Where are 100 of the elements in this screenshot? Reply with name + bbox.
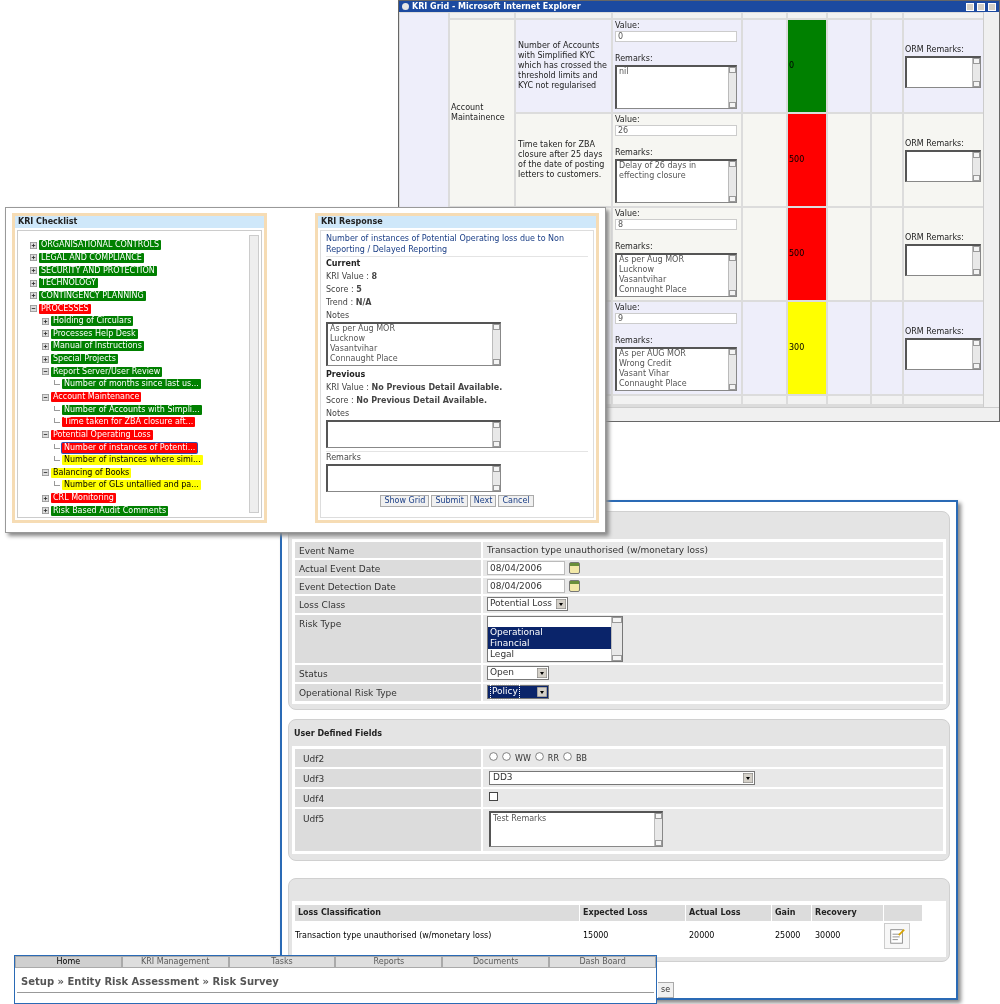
expand-icon[interactable]	[42, 317, 49, 325]
select-field[interactable]: Policy	[487, 685, 549, 699]
tree-item[interactable]: TECHNOLOGY	[39, 278, 98, 289]
tree-item[interactable]: ORGANISATIONAL CONTROLS	[39, 240, 162, 251]
orm-remarks-field[interactable]	[905, 243, 981, 276]
radio-button[interactable]	[489, 751, 498, 761]
listbox-option[interactable]: Legal	[488, 649, 611, 660]
scrollbar[interactable]	[983, 12, 999, 407]
select-field[interactable]: Potential Loss	[487, 597, 569, 611]
tree-item[interactable]: Potential Operating Loss	[51, 429, 153, 440]
tree-line	[54, 443, 60, 449]
nav-tab[interactable]: KRI Management	[121, 956, 229, 968]
listbox[interactable]: Operational Financial Legal	[487, 616, 623, 662]
edit-button[interactable]	[884, 923, 910, 949]
tree-item[interactable]: CONTINGENCY PLANNING	[39, 290, 146, 301]
orm-remarks-field[interactable]	[905, 337, 981, 370]
nav-tab[interactable]: Tasks	[228, 956, 336, 968]
tree-item[interactable]: Holding of Circulars	[51, 316, 134, 327]
close-button[interactable]	[988, 2, 996, 11]
nav-tab[interactable]: Dash Board	[549, 956, 656, 968]
select-field[interactable]: DD3	[489, 771, 755, 785]
calendar-icon[interactable]	[569, 562, 580, 574]
tree-item[interactable]: Special Projects	[51, 354, 118, 365]
expand-icon[interactable]	[30, 241, 37, 249]
expand-icon[interactable]	[42, 330, 49, 338]
minimize-button[interactable]	[966, 2, 974, 11]
tree-item[interactable]: PROCESSES	[39, 303, 91, 314]
caret-icon	[537, 668, 547, 678]
section-title: Previous	[326, 370, 367, 380]
kri-detail: KRI Value : No Previous Detail Available.	[326, 383, 504, 393]
tree-item[interactable]: Processes Help Desk	[51, 328, 138, 339]
dialog-button[interactable]: Cancel	[498, 495, 534, 507]
expand-icon[interactable]	[42, 342, 49, 350]
nav-tab[interactable]: Documents	[442, 956, 550, 968]
notes-field[interactable]	[326, 420, 501, 448]
tree-item[interactable]: CRL Monitoring	[51, 493, 116, 504]
date-field[interactable]: 08/04/2006	[487, 579, 565, 593]
remarks-field[interactable]: As per AUG MOR Wrong Credit Vasant Vihar Connaught Place	[615, 347, 737, 391]
tree-item[interactable]: LEGAL AND COMPLIANCE	[39, 252, 144, 263]
field-label: Remarks:	[615, 54, 654, 64]
remarks-field[interactable]	[326, 464, 501, 492]
tree-item[interactable]: Account Maintenance	[51, 392, 142, 402]
expand-icon[interactable]	[42, 507, 49, 515]
expand-icon[interactable]	[30, 279, 37, 287]
nav-tab[interactable]: Home	[15, 956, 122, 968]
table-cell-text: Transaction type unauthorised (w/monetary loss)	[295, 930, 493, 942]
listbox-option[interactable]: Financial	[488, 638, 611, 649]
kri-detail: Trend : N/A	[326, 298, 373, 308]
tree-item[interactable]: Number of months since last us...	[62, 379, 201, 390]
scrollbar[interactable]	[249, 235, 259, 513]
collapse-icon[interactable]	[42, 431, 49, 439]
expand-icon[interactable]	[42, 355, 49, 363]
remarks-field[interactable]: As per Aug MOR Lucknow Vasantvihar Connaught Place	[615, 253, 737, 297]
tree-item[interactable]: Number of instances of Potenti...	[62, 442, 198, 453]
notes-field[interactable]: As per Aug MOR Lucknow Vasantvihar Connaught Place	[326, 322, 501, 366]
remarks-field[interactable]: Test Remarks	[489, 811, 663, 847]
nav-tab[interactable]: Reports	[335, 956, 443, 968]
value-field[interactable]: 8	[615, 219, 737, 230]
scrollbar[interactable]	[611, 617, 622, 661]
radio-button[interactable]	[562, 751, 572, 761]
radio-button[interactable]	[534, 751, 544, 761]
date-field[interactable]: 08/04/2006	[487, 561, 565, 575]
expand-icon[interactable]	[30, 254, 37, 262]
field-label: Udf4	[295, 789, 481, 807]
orm-remarks-field[interactable]	[905, 149, 981, 182]
table-cell	[872, 13, 902, 18]
dialog-button[interactable]: Submit	[431, 495, 468, 507]
radio-button[interactable]	[502, 751, 511, 761]
expand-icon[interactable]	[30, 292, 37, 300]
value-field[interactable]: 0	[615, 31, 737, 42]
dialog-button[interactable]: Next	[469, 495, 497, 507]
remarks-field[interactable]: nil	[615, 65, 737, 109]
field-label: Event Detection Date	[295, 578, 481, 594]
tree-item[interactable]: Number of Accounts with Simpli...	[62, 404, 202, 415]
tree-item[interactable]: Number of instances where simi...	[62, 455, 203, 466]
orm-remarks-field[interactable]	[905, 55, 981, 88]
collapse-icon[interactable]	[42, 469, 49, 477]
expand-icon[interactable]	[30, 267, 37, 275]
close-button[interactable]: se	[658, 982, 675, 998]
collapse-icon[interactable]	[42, 368, 49, 376]
collapse-icon[interactable]	[42, 393, 49, 401]
collapse-icon[interactable]	[30, 305, 37, 312]
checkbox[interactable]	[489, 792, 498, 801]
value-field[interactable]: 9	[615, 313, 737, 324]
field-label: Udf3	[295, 769, 481, 787]
select-field[interactable]: Open	[487, 666, 549, 680]
remarks-field[interactable]: Delay of 26 days in effecting closure	[615, 159, 737, 203]
tree-item[interactable]: Time taken for ZBA closure aft...	[62, 417, 196, 428]
listbox-option[interactable]: Operational	[488, 627, 611, 638]
maximize-button[interactable]	[977, 2, 985, 11]
value-field[interactable]: 26	[615, 125, 737, 136]
tree-item[interactable]: Number of GLs untallied and pa...	[62, 480, 201, 491]
tree-item[interactable]: SECURITY AND PROTECTION	[39, 265, 157, 276]
calendar-icon[interactable]	[569, 580, 580, 592]
expand-icon[interactable]	[42, 494, 49, 502]
tree-item[interactable]: Balancing of Books	[51, 467, 132, 478]
tree-item[interactable]: Manual of Instructions	[51, 341, 144, 352]
tree-item[interactable]: Report Server/User Review	[51, 366, 163, 377]
tree-item[interactable]: Risk Based Audit Comments	[51, 505, 169, 516]
dialog-button[interactable]: Show Grid	[380, 495, 430, 507]
